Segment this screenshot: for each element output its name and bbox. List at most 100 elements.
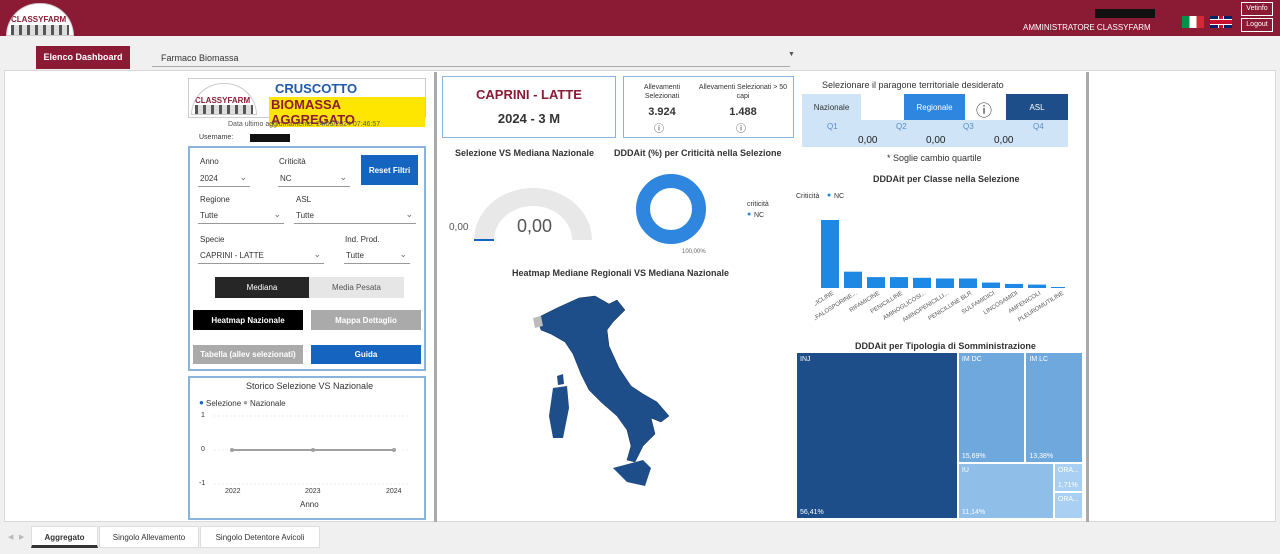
donut-slice-nc[interactable] bbox=[636, 174, 706, 244]
indprod-value: Tutte bbox=[346, 251, 364, 260]
treemap-cell-name: IU bbox=[961, 467, 969, 475]
allev-50-label: Allevamenti Selezionati > 50 capi bbox=[698, 84, 788, 100]
specie-select[interactable]: CAPRINI - LATTE ⌄ bbox=[198, 248, 324, 264]
criticita-value: NC bbox=[280, 174, 292, 183]
treemap-cell-name: INJ bbox=[800, 356, 811, 363]
chevron-down-icon: ⌄ bbox=[339, 172, 347, 182]
y-tick: 0 bbox=[201, 446, 205, 453]
treemap-cell-name: ORA... bbox=[1057, 495, 1079, 503]
bar-3[interactable] bbox=[890, 277, 908, 288]
nazionale-button[interactable]: Nazionale bbox=[802, 94, 861, 120]
treemap-cell[interactable]: IM LC 13,38% bbox=[1025, 352, 1083, 464]
map-corsica[interactable] bbox=[557, 374, 564, 385]
redacted-username bbox=[1095, 9, 1155, 18]
bar-6[interactable] bbox=[959, 278, 977, 288]
indprod-select[interactable]: Tutte ⌄ bbox=[344, 248, 410, 264]
media-pesata-toggle[interactable]: Media Pesata bbox=[309, 277, 404, 298]
asl-label: ASL bbox=[296, 195, 312, 204]
donut-legend-title: criticità bbox=[747, 201, 769, 208]
bar-0[interactable] bbox=[821, 220, 839, 288]
nazionale-point[interactable] bbox=[311, 448, 315, 452]
tab-singolo-allevamento[interactable]: Singolo Allevamento bbox=[99, 526, 199, 548]
bar-chart-title: DDDAit per Classe nella Selezione bbox=[873, 174, 1020, 184]
territorial-title: Selezionare il paragone territoriale des… bbox=[822, 80, 1004, 90]
quartile-label: Q4 bbox=[1033, 122, 1044, 131]
indprod-label: Ind. Prod. bbox=[345, 235, 380, 244]
info-icon[interactable]: ⓘ bbox=[976, 97, 992, 121]
heatmap-nazionale-button[interactable]: Heatmap Nazionale bbox=[193, 310, 303, 330]
mappa-dettaglio-button[interactable]: Mappa Dettaglio bbox=[311, 310, 421, 330]
anno-label: Anno bbox=[200, 157, 219, 166]
italy-map[interactable] bbox=[527, 290, 687, 495]
asl-button[interactable]: ASL bbox=[1006, 94, 1068, 120]
redacted-username bbox=[250, 134, 290, 142]
bar-8[interactable] bbox=[1005, 283, 1023, 288]
chevron-down-icon: ⌄ bbox=[399, 249, 407, 259]
guida-button[interactable]: Guida bbox=[311, 345, 421, 364]
logout-button[interactable]: Logout bbox=[1241, 18, 1273, 32]
treemap-cell[interactable]: IU 11,14% bbox=[957, 463, 1054, 519]
top-bar: CLASSYFARM ● AMMINISTRATORE CLASSYFARM V… bbox=[0, 0, 1280, 36]
vetinfo-button[interactable]: Vetinfo bbox=[1241, 2, 1273, 16]
donut-chart bbox=[636, 174, 706, 244]
tab-singolo-detentore[interactable]: Singolo Detentore Avicoli bbox=[200, 526, 320, 548]
classyfarm-logo: CLASSYFARM bbox=[191, 83, 257, 115]
mediana-toggle[interactable]: Mediana bbox=[215, 277, 309, 298]
nazionale-point[interactable] bbox=[230, 448, 234, 452]
donut-title: DDDAit (%) per Criticità nella Selezione bbox=[614, 148, 782, 158]
title-card: CLASSYFARM CRUSCOTTO FARMACO BIOMASSA AG… bbox=[188, 78, 426, 127]
info-icon[interactable]: ⓘ bbox=[736, 120, 746, 135]
bar-5[interactable] bbox=[936, 278, 954, 288]
asl-select[interactable]: Tutte ⌄ bbox=[294, 208, 416, 224]
dashboard-select[interactable]: Farmaco Biomassa bbox=[152, 49, 790, 67]
quartile-label: Q3 bbox=[963, 122, 974, 131]
tabella-button[interactable]: Tabella (allev selezionati) bbox=[193, 345, 303, 364]
reset-filters-button[interactable]: Reset Filtri bbox=[361, 155, 418, 185]
bar-legend-dot: ● bbox=[827, 192, 832, 199]
treemap-cell[interactable]: ORA... 1,71% bbox=[1053, 463, 1083, 492]
x-axis-label: Anno bbox=[300, 500, 319, 509]
treemap-cell[interactable]: ORA... bbox=[1053, 491, 1083, 519]
bar-1[interactable] bbox=[844, 271, 862, 288]
anno-select[interactable]: 2024 ⌄ bbox=[198, 171, 250, 187]
nazionale-point[interactable] bbox=[392, 448, 396, 452]
elenco-dashboard-button[interactable]: Elenco Dashboard bbox=[36, 46, 130, 69]
ddd-class-bar-chart: TETRACICLINECEFALOSPORINE...RIFAMICINEPE… bbox=[815, 220, 1065, 325]
treemap-title: DDDAit per Tipologia di Somministrazione bbox=[855, 341, 1036, 351]
update-date: Data ultimo aggiornamento: 24/05/2024 07… bbox=[228, 121, 381, 128]
italian-flag-icon[interactable] bbox=[1182, 16, 1204, 28]
legend-nazionale: Nazionale bbox=[250, 399, 286, 408]
uk-flag-icon[interactable] bbox=[1210, 16, 1232, 28]
bar-10[interactable] bbox=[1051, 287, 1065, 288]
period-label: 2024 - 3 M bbox=[497, 111, 561, 126]
chevron-down-icon: ⌄ bbox=[273, 209, 281, 219]
bar-2[interactable] bbox=[867, 277, 885, 288]
treemap-cell-pct: 56,41% bbox=[800, 509, 824, 516]
tab-aggregato[interactable]: Aggregato bbox=[31, 526, 98, 548]
treemap-cell[interactable]: INJ 56,41% bbox=[796, 352, 958, 519]
bar-7[interactable] bbox=[982, 282, 1000, 288]
regione-label: Regione bbox=[200, 195, 230, 204]
info-icon[interactable]: ⓘ bbox=[654, 120, 664, 135]
tab-prev-icon[interactable]: ◀ bbox=[8, 533, 13, 541]
classyfarm-logo: CLASSYFARM bbox=[6, 3, 74, 36]
bar-4[interactable] bbox=[913, 277, 931, 288]
gauge-title: Selezione VS Mediana Nazionale bbox=[455, 148, 595, 158]
gauge-min-label: 0,00 bbox=[449, 222, 469, 233]
map-sicily[interactable] bbox=[613, 460, 651, 486]
allev-50-value: 1.488 bbox=[729, 106, 757, 118]
bar-legend-item: NC bbox=[834, 193, 845, 200]
chevron-down-icon: ⌄ bbox=[405, 209, 413, 219]
chevron-down-icon[interactable]: ▼ bbox=[788, 51, 795, 58]
regione-value: Tutte bbox=[200, 211, 218, 220]
bar-9[interactable] bbox=[1028, 284, 1046, 288]
map-sardinia[interactable] bbox=[549, 386, 569, 438]
regionale-button[interactable]: Regionale bbox=[904, 94, 965, 120]
chevron-down-icon: ⌄ bbox=[313, 249, 321, 259]
criticita-select[interactable]: NC ⌄ bbox=[278, 171, 350, 187]
logo-fence bbox=[195, 105, 253, 114]
regione-select[interactable]: Tutte ⌄ bbox=[198, 208, 284, 224]
donut-pct-label: 100,00% bbox=[682, 249, 706, 255]
tab-next-icon[interactable]: ▶ bbox=[19, 533, 24, 541]
treemap-cell[interactable]: IM DC 15,69% bbox=[957, 352, 1026, 464]
